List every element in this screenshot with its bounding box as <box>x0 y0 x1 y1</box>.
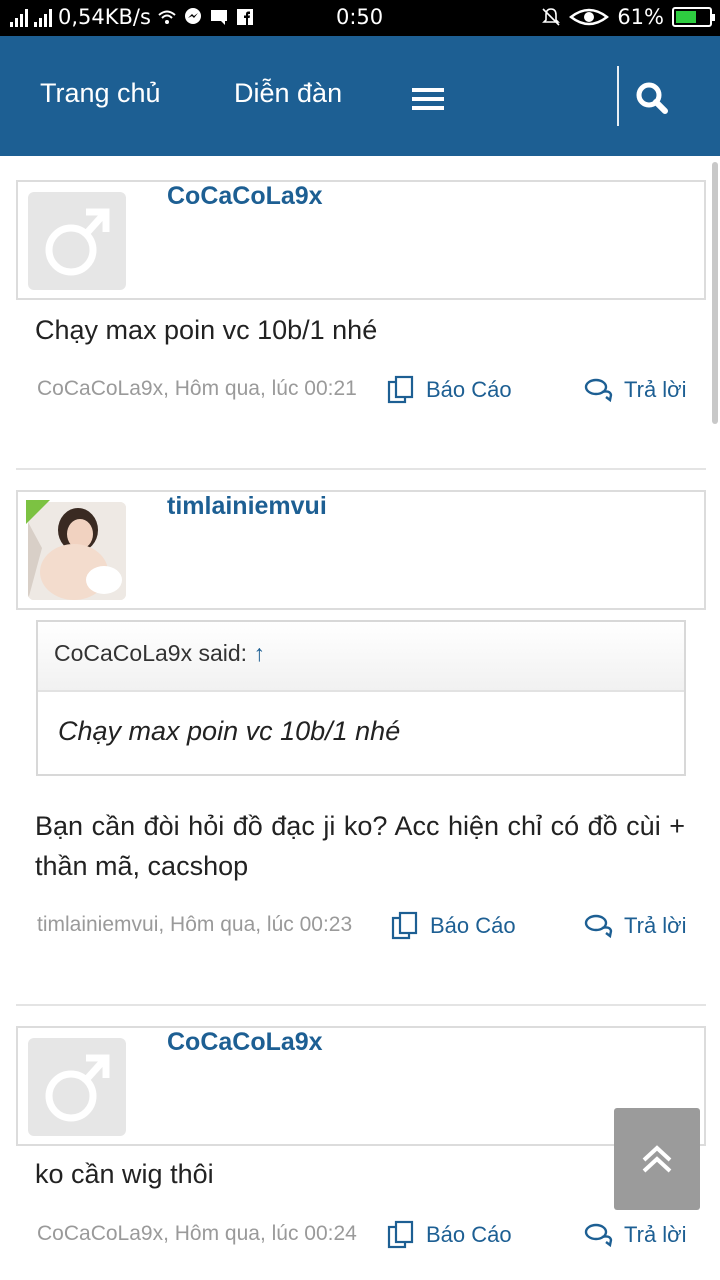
reply-icon <box>584 378 613 403</box>
post-username[interactable]: timlainiemvui <box>167 492 327 521</box>
menu-icon[interactable] <box>412 88 444 110</box>
nav-divider <box>617 66 619 126</box>
clock: 0:50 <box>336 5 384 29</box>
post-message: Bạn cần đòi hỏi đồ đạc ji ko? Acc hiện c… <box>35 811 685 881</box>
post-username[interactable]: CoCaCoLa9x <box>167 182 323 211</box>
report-label: Báo Cáo <box>426 377 512 402</box>
report-label: Báo Cáo <box>426 1222 512 1247</box>
status-bar: 0,54KB/s 0:50 61% <box>0 0 720 36</box>
double-chevron-up-icon <box>642 1145 672 1173</box>
quote-block: CoCaCoLa9x said: ↑ Chạy max poin vc 10b/… <box>36 620 686 776</box>
search-icon[interactable] <box>632 78 672 118</box>
post-author-box: CoCaCoLa9x <box>16 1026 706 1146</box>
post-meta: timlainiemvui, Hôm qua, lúc 00:23 <box>37 913 353 936</box>
quote-jump-link[interactable]: ↑ <box>253 640 265 666</box>
post-separator <box>16 1004 706 1006</box>
post-author-box: CoCaCoLa9x <box>16 180 706 300</box>
quote-header: CoCaCoLa9x said: ↑ <box>38 622 684 692</box>
page-scrollbar[interactable] <box>712 162 718 424</box>
facebook-icon <box>236 9 253 25</box>
reply-label: Trả lời <box>624 1222 687 1247</box>
report-button[interactable]: Báo Cáo <box>386 1220 512 1250</box>
network-speed: 0,54KB/s <box>58 5 151 29</box>
reply-label: Trả lời <box>624 913 687 938</box>
post-message: ko cần wig thôi <box>35 1159 214 1189</box>
nav-forum-link[interactable]: Diễn đàn <box>234 78 342 109</box>
male-icon <box>45 1054 110 1122</box>
report-icon <box>387 375 414 404</box>
post-meta: CoCaCoLa9x, Hôm qua, lúc 00:24 <box>37 1222 357 1245</box>
quote-author: CoCaCoLa9x said: <box>54 640 248 666</box>
online-indicator <box>26 500 50 524</box>
avatar[interactable] <box>28 1038 126 1136</box>
post-separator <box>16 468 706 470</box>
male-icon <box>45 208 110 276</box>
signal-icon <box>10 7 28 27</box>
report-label: Báo Cáo <box>430 913 516 938</box>
reply-icon <box>584 1223 613 1248</box>
post-username[interactable]: CoCaCoLa9x <box>167 1028 323 1057</box>
report-button[interactable]: Báo Cáo <box>386 375 512 405</box>
eye-icon <box>569 8 610 26</box>
reply-button[interactable]: Trả lời <box>584 1220 687 1250</box>
battery-percent: 61% <box>617 5 664 29</box>
quote-text: Chạy max poin vc 10b/1 nhé <box>58 716 401 746</box>
nav-home-link[interactable]: Trang chủ <box>40 78 161 109</box>
report-icon <box>391 911 418 940</box>
messenger-icon <box>184 8 201 24</box>
post-author-box: timlainiemvui <box>16 490 706 610</box>
report-icon <box>387 1220 414 1249</box>
reply-button[interactable]: Trả lời <box>584 911 687 941</box>
report-button[interactable]: Báo Cáo <box>390 911 516 941</box>
scroll-to-top-button[interactable] <box>614 1108 700 1210</box>
message-icon <box>210 10 227 25</box>
battery-icon <box>672 7 715 27</box>
post-meta: CoCaCoLa9x, Hôm qua, lúc 00:21 <box>37 377 357 400</box>
reply-label: Trả lời <box>624 377 687 402</box>
post-message: Chạy max poin vc 10b/1 nhé <box>35 315 378 345</box>
notifications-off-icon <box>542 8 561 26</box>
reply-icon <box>584 914 613 939</box>
wifi-icon <box>158 10 176 24</box>
avatar[interactable] <box>28 192 126 290</box>
signal-icon-2 <box>34 7 52 27</box>
top-navigation: Trang chủ Diễn đàn <box>0 36 720 156</box>
reply-button[interactable]: Trả lời <box>584 375 687 405</box>
